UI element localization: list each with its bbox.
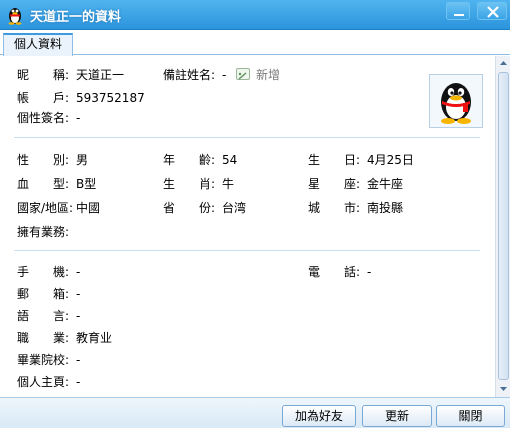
email-value: - — [76, 287, 81, 301]
constellation-label: 星 座: — [308, 177, 361, 191]
refresh-button[interactable]: 更新 — [362, 405, 432, 427]
school-value: - — [76, 353, 81, 367]
account-value: 593752187 — [76, 91, 145, 105]
homepage-value: - — [76, 375, 81, 389]
account-row: 帳 戶: 593752187 — [17, 90, 317, 106]
mobile-value: - — [76, 265, 81, 279]
homepage-label: 個人主頁: — [17, 375, 70, 389]
constellation-value: 金牛座 — [367, 177, 404, 191]
age-value: 54 — [222, 153, 238, 167]
nickname-value: 天道正一 — [76, 68, 125, 82]
services-row: 擁有業務: — [17, 224, 317, 240]
qq-penguin-avatar — [441, 83, 471, 124]
window-title: 天道正一的資料 — [30, 10, 122, 25]
signature-value: - — [76, 111, 81, 125]
scroll-down-icon[interactable] — [497, 381, 510, 396]
age-label: 年 齡: — [163, 153, 216, 167]
city-label: 城 市: — [308, 201, 361, 215]
add-remark-icon[interactable] — [236, 68, 250, 80]
zodiac-label: 生 肖: — [163, 177, 216, 191]
province-value: 台湾 — [222, 201, 247, 215]
phone-value: - — [367, 265, 372, 279]
province-label: 省 份: — [163, 201, 216, 215]
birthday-label: 生 日: — [308, 153, 361, 167]
scroll-up-icon[interactable] — [497, 56, 510, 71]
occupation-row: 職 業: 教育业 — [17, 330, 317, 346]
profile-panel: 昵 稱: 天道正一 備註姓名: - 新增 帳 戶: 593752187 個性簽名… — [0, 56, 495, 397]
basic-row-3: 國家/地區: 中國 省 份: 台湾 城 市: 南投縣 — [17, 200, 487, 216]
blood-label: 血 型: — [17, 177, 70, 191]
services-label: 擁有業務: — [17, 225, 70, 239]
email-label: 郵 箱: — [17, 287, 70, 301]
language-label: 語 言: — [17, 309, 70, 323]
close-icon — [487, 6, 499, 18]
remark-label: 備註姓名: — [163, 68, 216, 82]
school-label: 畢業院校: — [17, 353, 70, 367]
signature-row: 個性簽名: - — [17, 110, 317, 126]
phone-label: 電 話: — [308, 265, 361, 279]
account-label: 帳 戶: — [17, 91, 70, 105]
blood-value: B型 — [76, 177, 97, 191]
close-button[interactable]: 關閉 — [436, 405, 505, 427]
zodiac-value: 牛 — [222, 177, 235, 191]
vertical-scrollbar[interactable] — [495, 56, 510, 397]
email-row: 郵 箱: - — [17, 286, 317, 302]
qq-penguin-icon — [8, 8, 22, 25]
gender-label: 性 別: — [17, 153, 70, 167]
homepage-row: 個人主頁: - — [17, 374, 317, 390]
occupation-value: 教育业 — [76, 331, 113, 345]
tab-profile[interactable]: 個人資料 — [3, 33, 73, 56]
footer-bar: 加為好友 更新 關閉 — [0, 397, 510, 428]
nickname-label: 昵 稱: — [17, 68, 70, 82]
occupation-label: 職 業: — [17, 331, 70, 345]
mobile-label: 手 機: — [17, 265, 70, 279]
minimize-icon — [454, 14, 464, 16]
add-friend-button[interactable]: 加為好友 — [282, 405, 356, 427]
school-row: 畢業院校: - — [17, 352, 317, 368]
add-remark-link[interactable]: 新增 — [256, 67, 280, 83]
language-row: 語 言: - — [17, 308, 317, 324]
title-bar[interactable]: 天道正一的資料 — [0, 0, 510, 30]
country-label: 國家/地區: — [17, 201, 74, 215]
city-value: 南投縣 — [367, 201, 404, 215]
basic-row-1: 性 別: 男 年 齡: 54 生 日: 4月25日 — [17, 152, 487, 168]
nickname-row: 昵 稱: 天道正一 備註姓名: - 新增 — [17, 67, 417, 83]
country-value: 中國 — [76, 201, 101, 215]
close-window-button[interactable] — [477, 2, 507, 20]
birthday-value: 4月25日 — [367, 153, 414, 167]
signature-label: 個性簽名: — [17, 111, 70, 125]
scrollbar-thumb[interactable] — [498, 72, 509, 380]
tab-strip: 個人資料 — [0, 30, 510, 56]
remark-value: - — [222, 68, 227, 82]
minimize-button[interactable] — [446, 2, 470, 20]
language-value: - — [76, 309, 81, 323]
contact-row-1: 手 機: - 電 話: - — [17, 264, 487, 280]
gender-value: 男 — [76, 153, 89, 167]
avatar[interactable] — [429, 74, 483, 128]
separator — [14, 137, 480, 138]
separator — [14, 250, 480, 251]
basic-row-2: 血 型: B型 生 肖: 牛 星 座: 金牛座 — [17, 176, 487, 192]
